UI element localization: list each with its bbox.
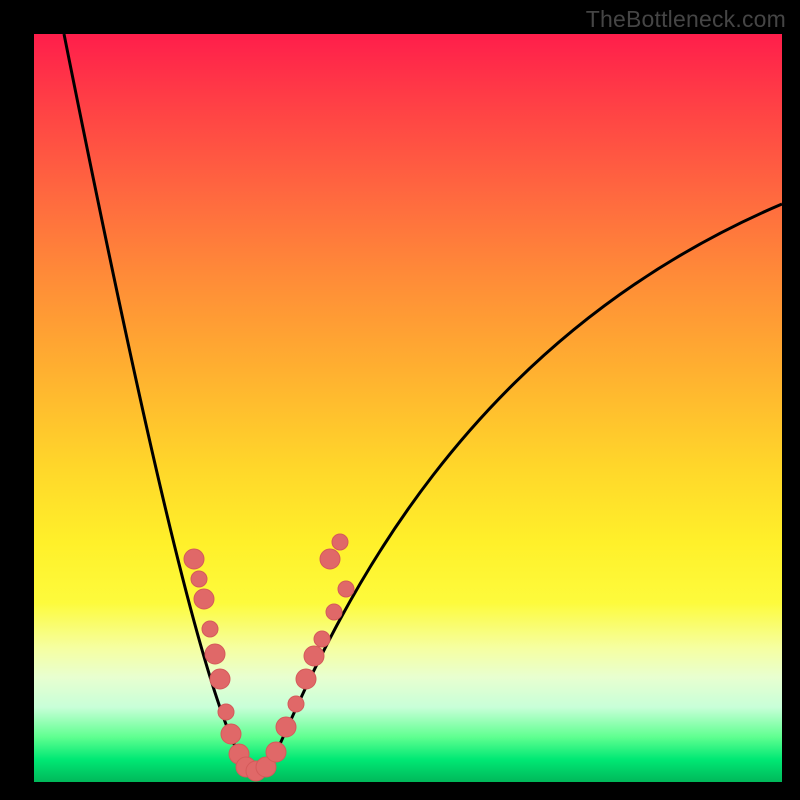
data-marker	[314, 631, 330, 647]
data-marker	[288, 696, 304, 712]
chart-frame: TheBottleneck.com	[0, 0, 800, 800]
data-marker	[221, 724, 241, 744]
data-marker	[194, 589, 214, 609]
marker-group	[184, 534, 354, 781]
data-marker	[205, 644, 225, 664]
data-marker	[304, 646, 324, 666]
data-marker	[296, 669, 316, 689]
data-marker	[218, 704, 234, 720]
data-marker	[338, 581, 354, 597]
watermark-text: TheBottleneck.com	[586, 6, 786, 33]
plot-area	[34, 34, 782, 782]
data-marker	[266, 742, 286, 762]
data-marker	[184, 549, 204, 569]
data-marker	[202, 621, 218, 637]
data-marker	[332, 534, 348, 550]
data-marker	[276, 717, 296, 737]
data-marker	[191, 571, 207, 587]
data-marker	[210, 669, 230, 689]
curve-svg	[34, 34, 782, 782]
data-marker	[320, 549, 340, 569]
bottleneck-curve	[64, 34, 782, 767]
data-marker	[326, 604, 342, 620]
